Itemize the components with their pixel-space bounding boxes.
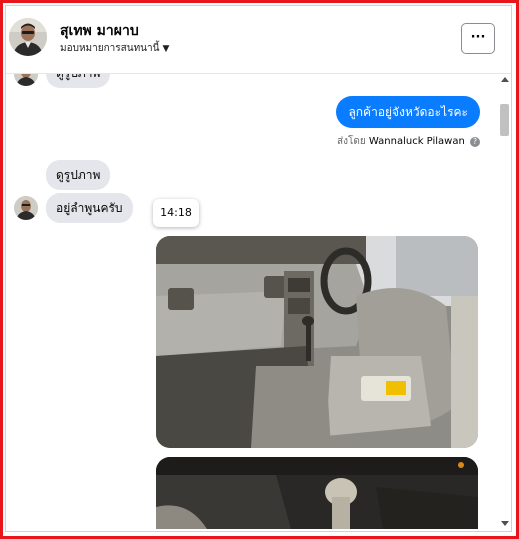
caret-down-icon: ▼ xyxy=(162,44,170,54)
more-options-button[interactable]: ··· xyxy=(461,23,495,54)
assign-conversation-dropdown[interactable]: มอบหมายการสนทนานี้ ▼ xyxy=(60,41,169,56)
contact-avatar[interactable] xyxy=(9,18,47,56)
sent-by-label: ส่งโดย Wannaluck Pilawan ? xyxy=(337,134,480,149)
car-interior-photo[interactable] xyxy=(156,457,478,529)
conversation-header: สุเทพ มาผาบ มอบหมายการสนทนานี้ ▼ ··· xyxy=(6,6,511,74)
message-outgoing[interactable]: ลูกค้าอยู่จังหวัดอะไรคะ xyxy=(336,96,480,128)
sent-by-prefix: ส่งโดย xyxy=(337,136,366,147)
assign-conversation-label: มอบหมายการสนทนานี้ xyxy=(60,43,160,54)
message-incoming[interactable]: ดูรูปภาพ xyxy=(46,74,111,88)
contact-name[interactable]: สุเทพ มาผาบ xyxy=(60,20,139,42)
message-incoming[interactable]: ดูรูปภาพ xyxy=(46,160,111,190)
scroll-down-arrow-icon[interactable] xyxy=(501,521,509,526)
contact-avatar-small xyxy=(14,196,38,220)
contact-avatar-small xyxy=(14,74,38,86)
car-interior-photo[interactable] xyxy=(156,236,478,448)
scroll-up-arrow-icon[interactable] xyxy=(501,77,509,82)
message-scrollbar[interactable] xyxy=(498,74,511,529)
message-thread[interactable]: ดูรูปภาพ ลูกค้าอยู่จังหวัดอะไรคะ ส่งโดย … xyxy=(6,74,498,529)
sender-name: Wannaluck Pilawan xyxy=(368,136,465,147)
scrollbar-thumb[interactable] xyxy=(500,104,509,136)
help-icon[interactable]: ? xyxy=(470,137,480,147)
message-incoming[interactable]: อยู่ลำพูนครับ xyxy=(46,193,133,223)
timestamp-tooltip: 14:18 xyxy=(153,199,199,227)
